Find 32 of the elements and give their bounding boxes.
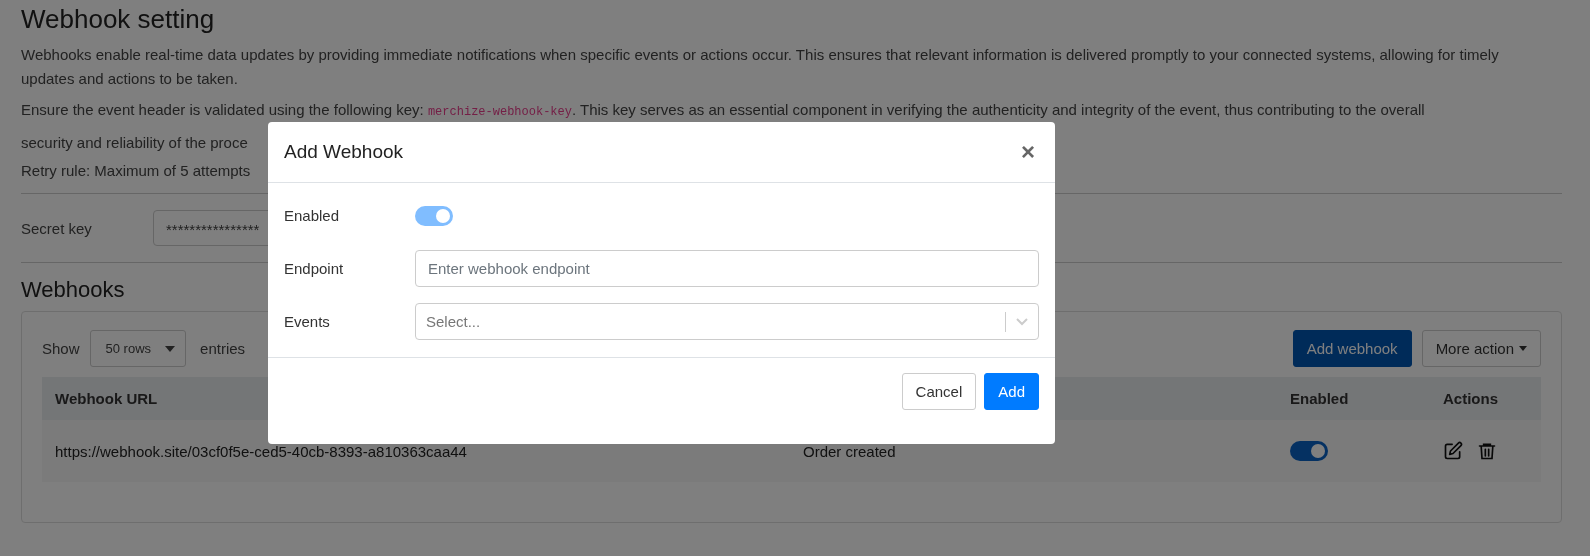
events-label: Events (284, 313, 331, 330)
enabled-toggle[interactable] (1290, 441, 1328, 461)
column-header: Actions (1443, 390, 1499, 407)
edit-icon[interactable] (1443, 441, 1463, 461)
more-action-button[interactable]: More action (1421, 330, 1541, 367)
enabled-toggle[interactable] (415, 205, 453, 226)
events-select[interactable]: Select... (415, 303, 1039, 340)
rows-select[interactable]: 50 rows (89, 330, 187, 367)
secret-key-label: Secret key (21, 219, 93, 237)
add-webhook-button[interactable]: Add webhook (1292, 330, 1412, 367)
intro-paragraph: Webhooks enable real-time data updates by providing immediate notifications when specific events or actions occur. This ensures that relevant information is delivered promptly to your connected systems, allowing for timely updates and actions to be taken. (21, 45, 1500, 89)
key-note-continued: security and reliability of the proce (21, 133, 248, 153)
endpoint-field[interactable]: Enter webhook endpoint (415, 250, 1039, 287)
page-title: Webhook setting (21, 4, 215, 35)
events-cell-text: Order created (803, 442, 897, 460)
column-header: Enabled (1290, 390, 1350, 407)
endpoint-label: Endpoint (284, 260, 345, 277)
dialog-title: Add Webhook (284, 141, 403, 163)
cancel-button[interactable]: Cancel (901, 373, 977, 410)
caret-icon (165, 345, 176, 352)
chevron-down-icon (1016, 317, 1028, 326)
enabled-label: Enabled (284, 207, 341, 224)
section-title: Webhooks (21, 277, 125, 303)
entries-label: entries (200, 340, 246, 357)
add-button[interactable]: Add (984, 373, 1039, 410)
column-header: Webhook URL (54, 390, 159, 407)
caret-icon (1519, 346, 1527, 351)
url-cell-text: https://webhook.site/03cf0f5e-ced5-40cb-8393-a810363caa44 (54, 442, 468, 460)
close-button[interactable]: × (1017, 138, 1039, 166)
retry-rule: Retry rule: Maximum of 5 attempts (21, 161, 251, 181)
show-label: Show (42, 340, 80, 357)
trash-icon[interactable] (1477, 441, 1497, 461)
